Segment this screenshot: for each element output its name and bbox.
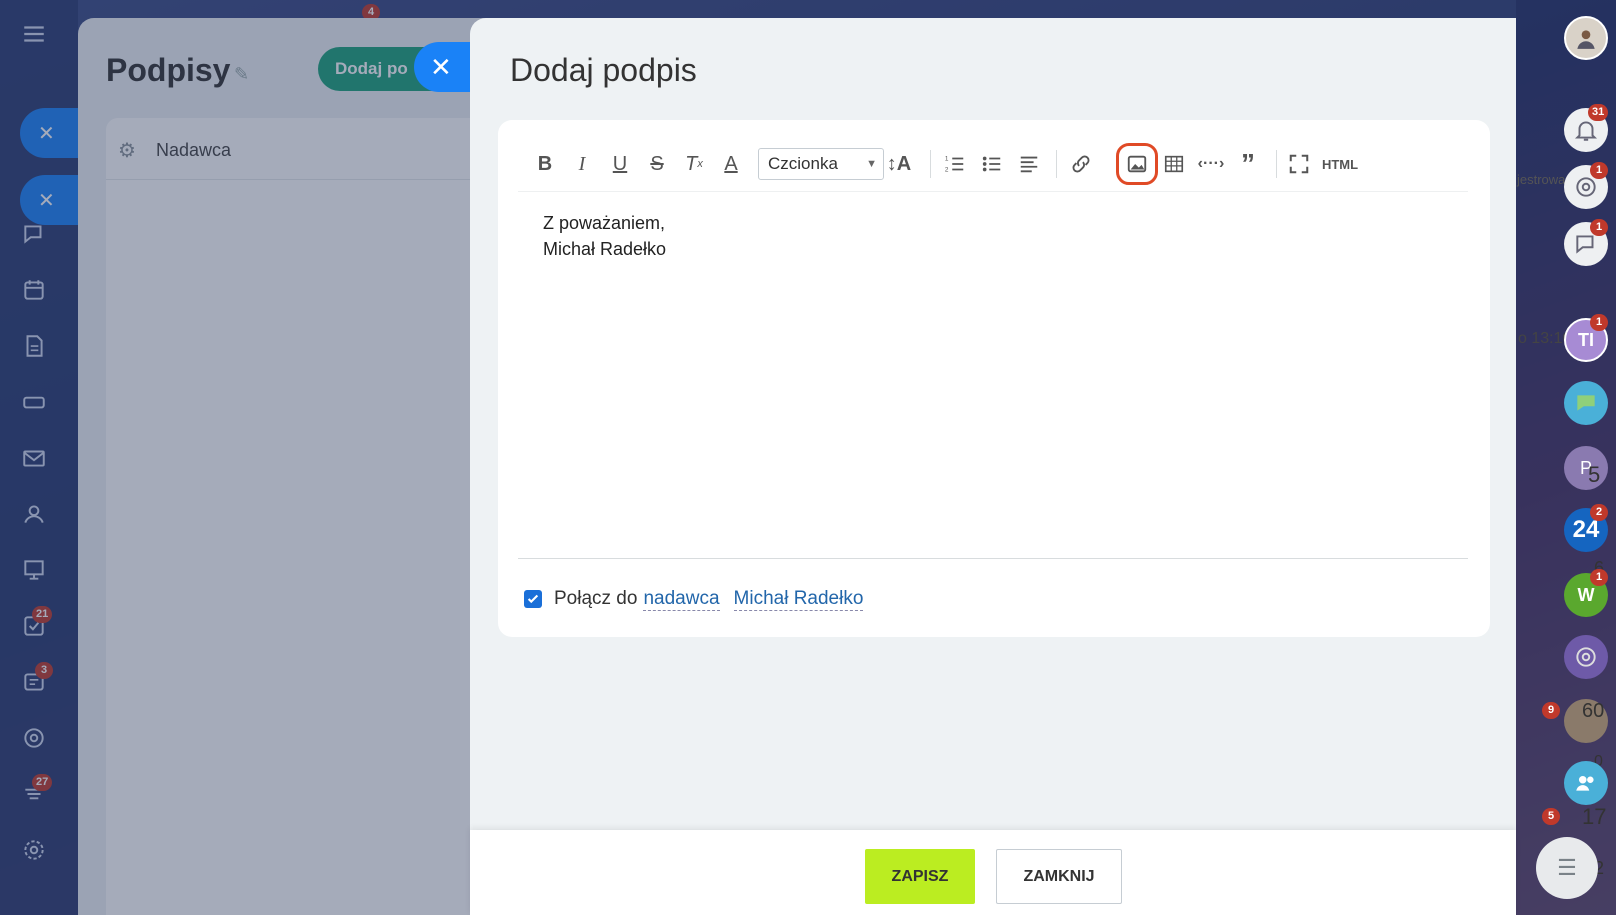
chat-bubble-icon[interactable] <box>1564 381 1608 425</box>
add-signature-panel: Dodaj podpis B I U S Tx A Czcionka ▼ ↕A … <box>470 18 1516 915</box>
svg-text:1: 1 <box>945 155 949 162</box>
clear-format-icon[interactable]: Tx <box>679 150 709 178</box>
badge-2: 1 <box>1590 219 1608 236</box>
toolbar-divider <box>930 150 931 178</box>
font-select[interactable]: Czcionka ▼ <box>758 148 884 180</box>
signature-line-1: Z poważaniem, <box>543 213 666 233</box>
underline-icon[interactable]: U <box>605 150 635 178</box>
side-num-17: 17 <box>1582 804 1607 829</box>
editor-content[interactable]: Z poważaniem, Michał Radełko <box>543 210 666 262</box>
align-left-icon[interactable] <box>1014 150 1044 178</box>
bullet-list-icon[interactable] <box>977 150 1007 178</box>
w-badge: 1 <box>1590 569 1608 586</box>
link-prefix-label: Połącz do <box>554 588 638 609</box>
image-icon[interactable] <box>1122 150 1152 178</box>
sender-name-link[interactable]: Michał Radełko <box>733 588 864 611</box>
text-color-icon[interactable]: A <box>716 150 746 178</box>
link-checkbox[interactable] <box>524 590 542 608</box>
user-avatar[interactable] <box>1564 16 1608 60</box>
svg-text:2: 2 <box>945 166 949 173</box>
editor-card: B I U S Tx A Czcionka ▼ ↕A 12 ‹···› ” HT… <box>498 120 1490 637</box>
font-size-icon[interactable]: ↕A <box>884 150 914 178</box>
code-icon[interactable]: ‹···› <box>1196 150 1226 178</box>
b24-badge: 2 <box>1590 504 1608 521</box>
side-num-60: 60 <box>1582 700 1605 722</box>
save-button[interactable]: ZAPISZ <box>865 849 975 904</box>
close-button[interactable]: ZAMKNIJ <box>996 849 1122 904</box>
badge-1: 1 <box>1590 162 1608 179</box>
close-slider-button[interactable]: ✕ <box>414 42 470 92</box>
html-button[interactable]: HTML <box>1320 150 1360 178</box>
quote-icon[interactable]: ” <box>1233 148 1263 179</box>
ti-badge: 1 <box>1590 314 1608 331</box>
link-to-sender-row: Połącz do nadawca Michał Radełko <box>524 586 864 612</box>
notifications-badge: 31 <box>1588 104 1609 121</box>
list-menu-icon[interactable]: ☰ <box>1536 837 1598 899</box>
link-icon[interactable] <box>1066 150 1096 178</box>
font-select-value: Czcionka <box>768 154 838 173</box>
side-num-5: 5 <box>1588 462 1601 487</box>
signature-line-2: Michał Radełko <box>543 239 667 259</box>
numbered-list-icon[interactable]: 12 <box>940 150 970 178</box>
badge-5: 5 <box>1542 808 1560 825</box>
page-title: Dodaj podpis <box>510 52 697 88</box>
fullscreen-icon[interactable] <box>1284 150 1314 178</box>
p-avatar[interactable]: P <box>1564 446 1608 490</box>
table-icon[interactable] <box>1159 150 1189 178</box>
badge-9: 9 <box>1542 702 1560 719</box>
chevron-down-icon: ▼ <box>866 158 877 170</box>
toolbar-divider <box>1056 150 1057 178</box>
toolbar-divider <box>1276 150 1277 178</box>
editor-toolbar: B I U S Tx A Czcionka ▼ ↕A 12 ‹···› ” HT… <box>518 136 1468 192</box>
italic-icon[interactable]: I <box>567 150 597 178</box>
users-icon[interactable] <box>1564 761 1608 805</box>
bold-icon[interactable]: B <box>530 150 560 178</box>
footer-bar: ZAPISZ ZAMKNIJ <box>470 830 1516 915</box>
target-circle-icon-2[interactable] <box>1564 635 1608 679</box>
editor-divider <box>518 558 1468 559</box>
strikethrough-icon[interactable]: S <box>642 150 672 178</box>
sender-type-link[interactable]: nadawca <box>643 588 720 611</box>
